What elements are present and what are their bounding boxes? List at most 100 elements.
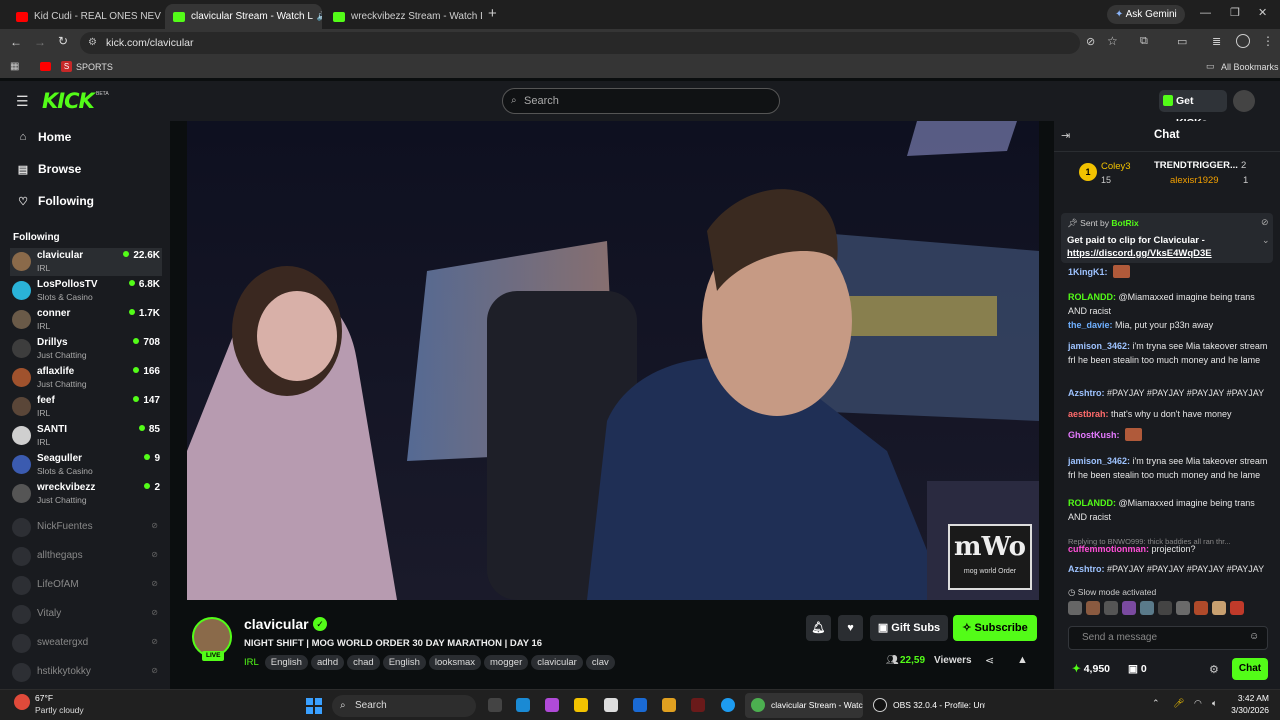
apps-grid-icon[interactable]: ▦ bbox=[10, 61, 19, 72]
sidebar-channel[interactable]: feef IRL 147 bbox=[10, 393, 162, 421]
ask-gemini-button[interactable]: ✦ Ask Gemini bbox=[1107, 5, 1185, 24]
tab-clavicular[interactable]: clavicular Stream - Watch L 🔊 ✕ bbox=[165, 4, 322, 29]
chat-username[interactable]: ROLANDD: bbox=[1068, 498, 1116, 508]
new-tab-button[interactable]: + bbox=[488, 5, 497, 22]
back-icon[interactable]: ← bbox=[10, 35, 22, 49]
stream-tag[interactable]: English bbox=[382, 655, 426, 670]
edge-icon[interactable] bbox=[516, 698, 530, 712]
video-player[interactable]: mWo mog world Order bbox=[187, 121, 1039, 600]
nav-home[interactable]: ⌂ Home bbox=[17, 127, 72, 147]
site-info-icon[interactable]: ⚙ bbox=[88, 32, 97, 54]
sidebar-channel-offline[interactable]: allthegaps ⊘ bbox=[10, 543, 162, 571]
sidebar-channel-offline[interactable]: hstikkytokky ⊘ bbox=[10, 659, 162, 687]
pinned-message[interactable]: 📌︎ Sent by BotRix Get paid to clip for C… bbox=[1061, 213, 1273, 263]
chat-username[interactable]: Azshtro: bbox=[1068, 564, 1105, 574]
leaderboard-user[interactable]: Coley3 bbox=[1101, 161, 1131, 172]
twitter-icon[interactable] bbox=[721, 698, 735, 712]
sidebar-channel-offline[interactable]: Vitaly ⊘ bbox=[10, 601, 162, 629]
forward-icon[interactable]: → bbox=[34, 35, 46, 49]
chat-username[interactable]: aestbrah: bbox=[1068, 409, 1109, 419]
chat-username[interactable]: 1KingK1: bbox=[1068, 267, 1108, 277]
windows-start-icon[interactable] bbox=[306, 698, 322, 714]
speaker-icon[interactable]: 🔊 bbox=[317, 11, 322, 22]
emote-icon[interactable] bbox=[1104, 601, 1118, 615]
leaderboard-user[interactable]: TRENDTRIGGER... bbox=[1154, 160, 1238, 171]
chat-username[interactable]: the_davie: bbox=[1068, 320, 1113, 330]
report-icon[interactable]: ▲ bbox=[1017, 654, 1028, 666]
maximize-button[interactable]: ❐ bbox=[1230, 6, 1240, 19]
get-kicks-button[interactable]: Get KICKs bbox=[1159, 90, 1227, 129]
chat-username[interactable]: Azshtro: bbox=[1068, 388, 1105, 398]
sports-bookmark[interactable]: SPORTS bbox=[76, 62, 113, 72]
outlook-icon[interactable] bbox=[633, 698, 647, 712]
media-icon[interactable]: ≣ bbox=[1212, 35, 1221, 48]
emote-icon[interactable] bbox=[1194, 601, 1208, 615]
file-explorer-icon[interactable] bbox=[574, 698, 588, 712]
stream-tag[interactable]: chad bbox=[347, 655, 380, 670]
chevron-up-icon[interactable]: ⌃ bbox=[1152, 698, 1160, 709]
hamburger-menu-icon[interactable]: ☰ bbox=[16, 93, 29, 110]
eye-off-icon[interactable]: ⊘ bbox=[1086, 35, 1095, 48]
chat-message[interactable]: ROLANDD: @Miamaxxed imagine being trans … bbox=[1068, 291, 1268, 318]
sidebar-channel[interactable]: aflaxlife Just Chatting 166 bbox=[10, 364, 162, 392]
all-bookmarks-link[interactable]: All Bookmarks bbox=[1221, 62, 1279, 72]
subscribe-button[interactable]: ✧ Subscribe bbox=[953, 615, 1037, 641]
pinned-link[interactable]: https://discord.gg/VksE4WqD3E bbox=[1067, 248, 1212, 259]
taskbar-search[interactable]: ⌕ Search bbox=[332, 695, 476, 717]
unpin-icon[interactable]: ⊘ bbox=[1261, 217, 1269, 228]
emote-icon[interactable] bbox=[1068, 601, 1082, 615]
streamer-name[interactable]: clavicular bbox=[244, 616, 309, 632]
emote-icon[interactable] bbox=[1158, 601, 1172, 615]
store-icon[interactable] bbox=[604, 698, 618, 712]
volume-icon[interactable]: 🔈︎ bbox=[1212, 698, 1217, 709]
chat-message-input[interactable]: Send a message ☺ bbox=[1068, 626, 1268, 650]
follow-heart-button[interactable]: ♥ bbox=[838, 615, 863, 641]
category-link[interactable]: IRL bbox=[244, 657, 259, 668]
emote-icon[interactable] bbox=[1176, 601, 1190, 615]
youtube-bookmark-icon[interactable] bbox=[40, 62, 51, 71]
emote-icon[interactable] bbox=[1086, 601, 1100, 615]
taskbar-app-obs[interactable]: OBS 32.0.4 - Profile: Unt bbox=[867, 693, 985, 718]
chat-message[interactable]: GhostKush: bbox=[1068, 428, 1268, 443]
sidebar-channel[interactable]: Drillys Just Chatting 708 bbox=[10, 335, 162, 363]
chat-settings-icon[interactable]: ⚙ bbox=[1209, 663, 1219, 676]
app-icon[interactable] bbox=[691, 698, 705, 712]
chat-message[interactable]: Azshtro: #PAYJAY #PAYJAY #PAYJAY #PAYJAY bbox=[1068, 387, 1268, 401]
sidebar-channel[interactable]: Seaguller Slots & Casino 9 bbox=[10, 451, 162, 479]
chat-username[interactable]: ROLANDD: bbox=[1068, 292, 1116, 302]
tab-wreckvibezz[interactable]: wreckvibezz Stream - Watch Liv ✕ bbox=[325, 4, 482, 29]
search-input[interactable]: ⌕ Search bbox=[502, 88, 780, 114]
notification-bell-button[interactable]: 🔔︎ bbox=[806, 615, 831, 641]
mic-icon[interactable]: 🎤︎ bbox=[1173, 698, 1184, 709]
sidebar-channel-offline[interactable]: LifeOfAM ⊘ bbox=[10, 572, 162, 600]
sidebar-channel[interactable]: LosPollosTV Slots & Casino 6.8K bbox=[10, 277, 162, 305]
share-icon[interactable]: ⋖ bbox=[985, 654, 994, 667]
sidebar-channel[interactable]: wreckvibezz Just Chatting 2 bbox=[10, 480, 162, 508]
chat-message[interactable]: 1KingK1: bbox=[1068, 265, 1268, 280]
leaderboard-user[interactable]: alexisr1929 bbox=[1170, 175, 1219, 186]
stream-tag[interactable]: clav bbox=[585, 655, 615, 670]
stream-tag[interactable]: mogger bbox=[484, 655, 529, 670]
emote-icon[interactable] bbox=[1212, 601, 1226, 615]
chat-message[interactable]: the_davie: Mia, put your p33n away bbox=[1068, 319, 1268, 333]
copilot-icon[interactable] bbox=[545, 698, 559, 712]
channel-points[interactable]: ✦ 4,950 bbox=[1072, 663, 1110, 675]
stream-tag[interactable]: clavicular bbox=[531, 655, 583, 670]
chat-username[interactable]: jamison_3462: bbox=[1068, 341, 1130, 351]
user-avatar[interactable] bbox=[1233, 90, 1255, 112]
chat-message[interactable]: jamison_3462: i'm tryna see Mia takeover… bbox=[1068, 455, 1268, 482]
nav-following[interactable]: ♡ Following bbox=[17, 191, 94, 211]
nav-browse[interactable]: ▤ Browse bbox=[17, 159, 82, 179]
emote-icon[interactable] bbox=[1140, 601, 1154, 615]
extensions-icon[interactable]: ⧉ bbox=[1140, 35, 1148, 48]
url-input[interactable]: ⚙ kick.com/clavicular bbox=[80, 32, 1080, 54]
bookmark-star-icon[interactable]: ☆ bbox=[1107, 34, 1118, 48]
emote-icon[interactable] bbox=[1230, 601, 1244, 615]
chat-username[interactable]: jamison_3462: bbox=[1068, 456, 1130, 466]
chat-send-button[interactable]: Chat bbox=[1232, 658, 1268, 680]
tab-kid-cudi[interactable]: Kid Cudi - REAL ONES NEV 🔊 ✕ bbox=[8, 4, 165, 29]
sidebar-channel-offline[interactable]: sweatergxd ⊘ bbox=[10, 630, 162, 658]
app-icon[interactable] bbox=[662, 698, 676, 712]
reload-icon[interactable]: ↻ bbox=[58, 34, 68, 48]
clock-time[interactable]: 3:42 AM bbox=[1225, 693, 1269, 703]
